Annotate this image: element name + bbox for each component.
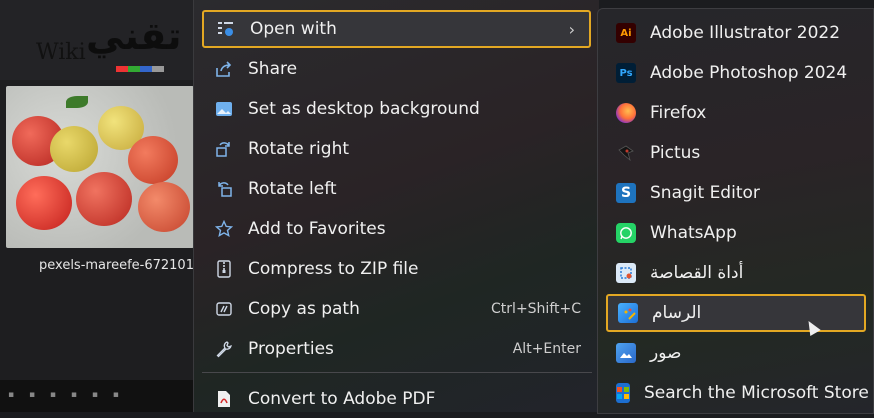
chevron-right-icon: › xyxy=(568,19,575,39)
adobe-pdf-icon xyxy=(214,389,234,409)
rotate-left-icon xyxy=(214,179,234,199)
menu-item-compress-zip[interactable]: Compress to ZIP file xyxy=(202,250,591,288)
submenu-item-whatsapp[interactable]: WhatsApp xyxy=(606,214,866,252)
photos-icon xyxy=(616,343,636,363)
open-with-icon xyxy=(216,19,236,39)
wrench-icon xyxy=(214,339,234,359)
submenu-item-firefox[interactable]: Firefox xyxy=(606,94,866,132)
pictus-icon xyxy=(616,143,636,163)
submenu-item-label: WhatsApp xyxy=(650,223,737,243)
submenu-item-label: Snagit Editor xyxy=(650,183,760,203)
logo-colored-dots xyxy=(116,66,164,72)
menu-item-properties[interactable]: Properties Alt+Enter xyxy=(202,330,591,368)
menu-item-convert-adobe-pdf[interactable]: Convert to Adobe PDF xyxy=(202,380,591,418)
menu-item-open-with[interactable]: Open with › xyxy=(202,10,591,48)
context-menu: Open with › Share Set as desktop backgro… xyxy=(193,0,599,412)
star-icon xyxy=(214,219,234,239)
menu-item-label: Copy as path xyxy=(248,299,360,319)
submenu-item-microsoft-store[interactable]: Search the Microsoft Store xyxy=(606,374,869,412)
copy-path-icon xyxy=(214,299,234,319)
desktop-background-icon xyxy=(214,99,234,119)
open-with-submenu: Ai Adobe Illustrator 2022 Ps Adobe Photo… xyxy=(597,8,874,414)
paint-icon xyxy=(618,303,638,323)
snipping-tool-icon xyxy=(616,263,636,283)
snagit-icon: S xyxy=(616,183,636,203)
logo-latin-text: Wiki xyxy=(36,40,86,65)
submenu-item-adobe-illustrator[interactable]: Ai Adobe Illustrator 2022 xyxy=(606,14,866,52)
whatsapp-icon xyxy=(616,223,636,243)
menu-item-label: Set as desktop background xyxy=(248,99,480,119)
submenu-item-snagit[interactable]: S Snagit Editor xyxy=(606,174,866,212)
adobe-illustrator-icon: Ai xyxy=(616,23,636,43)
menu-item-label: Rotate left xyxy=(248,179,337,199)
menu-item-add-to-favorites[interactable]: Add to Favorites xyxy=(202,210,591,248)
microsoft-store-icon xyxy=(616,383,630,403)
menu-item-copy-as-path[interactable]: Copy as path Ctrl+Shift+C xyxy=(202,290,591,328)
menu-item-label: Open with xyxy=(250,19,337,39)
menu-item-rotate-right[interactable]: Rotate right xyxy=(202,130,591,168)
image-thumbnail[interactable] xyxy=(6,86,194,248)
share-icon xyxy=(214,59,234,79)
submenu-item-label: Pictus xyxy=(650,143,701,163)
shortcut-text: Alt+Enter xyxy=(512,341,581,357)
preview-strip-icons: ▪ ▪ ▪ ▪ ▪ ▪ xyxy=(8,390,125,400)
submenu-item-pictus[interactable]: Pictus xyxy=(606,134,866,172)
submenu-item-photos[interactable]: صور xyxy=(606,334,866,372)
submenu-item-snipping-tool[interactable]: أداة القصاصة xyxy=(606,254,866,292)
menu-item-label: Convert to Adobe PDF xyxy=(248,389,436,409)
menu-item-label: Compress to ZIP file xyxy=(248,259,419,279)
menu-item-label: Rotate right xyxy=(248,139,350,159)
submenu-item-label: Firefox xyxy=(650,103,707,123)
menu-item-label: Share xyxy=(248,59,298,79)
submenu-item-label: Adobe Illustrator 2022 xyxy=(650,23,841,43)
submenu-item-label: الرسام xyxy=(652,303,702,323)
rotate-right-icon xyxy=(214,139,234,159)
firefox-icon xyxy=(616,103,636,123)
submenu-item-label: أداة القصاصة xyxy=(650,263,744,283)
menu-divider xyxy=(202,372,592,373)
submenu-item-label: صور xyxy=(650,343,682,363)
menu-item-set-desktop-background[interactable]: Set as desktop background xyxy=(202,90,591,128)
menu-item-label: Add to Favorites xyxy=(248,219,386,239)
thumbnail-filename: pexels-mareefe-672101 xyxy=(39,258,194,273)
zip-icon xyxy=(214,259,234,279)
submenu-item-label: Adobe Photoshop 2024 xyxy=(650,63,848,83)
submenu-item-label: Search the Microsoft Store xyxy=(644,383,869,403)
submenu-item-paint[interactable]: الرسام xyxy=(606,294,866,332)
menu-item-share[interactable]: Share xyxy=(202,50,591,88)
site-logo: Wiki تقني xyxy=(26,14,182,82)
adobe-photoshop-icon: Ps xyxy=(616,63,636,83)
shortcut-text: Ctrl+Shift+C xyxy=(491,301,581,317)
submenu-item-adobe-photoshop[interactable]: Ps Adobe Photoshop 2024 xyxy=(606,54,866,92)
menu-item-label: Properties xyxy=(248,339,334,359)
logo-arabic-text: تقني xyxy=(86,14,182,58)
menu-item-rotate-left[interactable]: Rotate left xyxy=(202,170,591,208)
